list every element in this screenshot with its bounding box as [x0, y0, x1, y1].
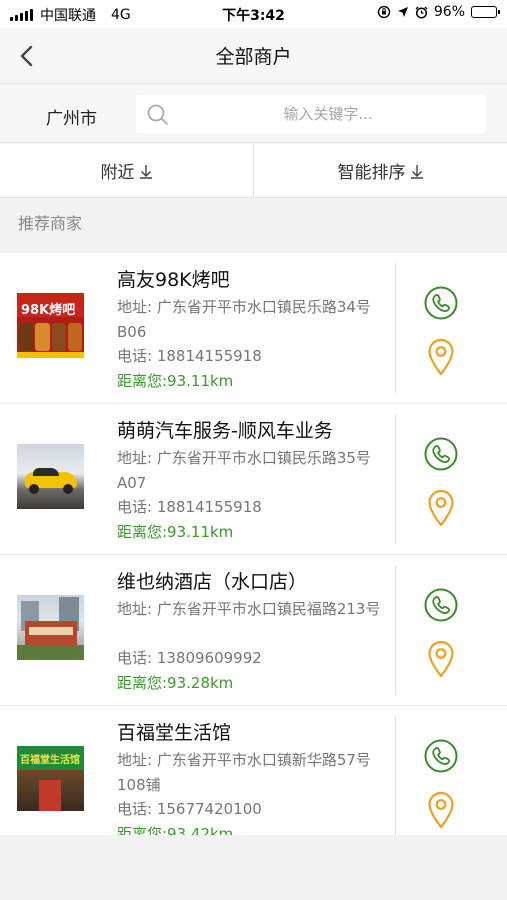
- merchant-name: 维也纳酒店（水口店）: [117, 571, 308, 593]
- phone-call-icon[interactable]: [423, 285, 459, 321]
- sort-down-arrow-icon: [410, 164, 423, 179]
- search-input[interactable]: [180, 95, 476, 133]
- merchant-name: 百福堂生活馆: [117, 722, 232, 744]
- merchant-distance: 距离您:93.28km: [117, 674, 234, 692]
- merchant-thumbnail: [17, 595, 84, 660]
- merchant-phone: 电话: 18814155918: [117, 347, 262, 365]
- merchant-distance: 距离您:93.11km: [117, 523, 234, 541]
- merchant-item[interactable]: 百福堂生活馆 百福堂生活馆 地址: 广东省开平市水口镇新华路57号108铺 电话…: [0, 706, 507, 835]
- sort-smart-label: 智能排序: [337, 163, 406, 183]
- location-pin-icon[interactable]: [426, 790, 456, 830]
- merchant-phone: 电话: 13809609992: [117, 649, 262, 667]
- battery-icon: [471, 6, 500, 18]
- merchant-phone: 电话: 18814155918: [117, 498, 262, 516]
- location-pin-icon[interactable]: [426, 639, 456, 679]
- battery-percent: 96%: [433, 4, 465, 20]
- merchant-address: 地址: 广东省开平市水口镇民福路213号: [117, 600, 381, 618]
- merchant-item[interactable]: 萌萌汽车服务-顺风车业务 地址: 广东省开平市水口镇民乐路35号A07 电话: …: [0, 404, 507, 555]
- merchant-address: 地址: 广东省开平市水口镇新华路57号108铺: [117, 751, 371, 794]
- city-search-bar: 广州市: [0, 85, 507, 143]
- alarm-icon: [415, 6, 428, 19]
- merchant-address: 地址: 广东省开平市水口镇民乐路34号B06: [117, 298, 371, 341]
- merchant-distance: 距离您:93.11km: [117, 372, 234, 390]
- divider: [395, 414, 396, 544]
- location-pin-icon[interactable]: [426, 488, 456, 528]
- merchant-item[interactable]: 98K烤吧 高友98K烤吧 地址: 广东省开平市水口镇民乐路34号B06 电话:…: [0, 253, 507, 404]
- search-box[interactable]: [136, 95, 486, 133]
- merchant-thumbnail: [17, 444, 84, 509]
- divider: [395, 565, 396, 695]
- search-icon: [147, 104, 168, 125]
- merchant-name: 萌萌汽车服务-顺风车业务: [117, 420, 333, 442]
- city-selector[interactable]: 广州市: [46, 104, 97, 129]
- sort-down-arrow-icon: [139, 164, 152, 179]
- divider: [395, 716, 396, 835]
- merchant-thumbnail: 百福堂生活馆: [17, 746, 84, 811]
- merchant-distance: 距离您:93.42km: [117, 825, 234, 835]
- merchant-address: 地址: 广东省开平市水口镇民乐路35号A07: [117, 449, 371, 492]
- sort-nearby-label: 附近: [100, 163, 135, 183]
- merchant-list: 98K烤吧 高友98K烤吧 地址: 广东省开平市水口镇民乐路34号B06 电话:…: [0, 253, 507, 835]
- merchant-phone: 电话: 15677420100: [117, 800, 262, 818]
- rotation-lock-icon: [377, 5, 391, 19]
- merchant-name: 高友98K烤吧: [117, 269, 230, 291]
- phone-call-icon[interactable]: [423, 738, 459, 774]
- sort-smart-button[interactable]: 智能排序: [253, 144, 507, 197]
- phone-call-icon[interactable]: [423, 436, 459, 472]
- page-title: 全部商户: [215, 46, 292, 68]
- status-bar: 中国联通 4G 下午3:42 96%: [0, 0, 507, 28]
- nav-bar: 全部商户: [0, 28, 507, 84]
- merchant-thumbnail: 98K烤吧: [17, 293, 84, 358]
- merchant-item[interactable]: 维也纳酒店（水口店） 地址: 广东省开平市水口镇民福路213号 电话: 1380…: [0, 555, 507, 706]
- sort-bar: 附近 智能排序: [0, 144, 507, 198]
- phone-call-icon[interactable]: [423, 587, 459, 623]
- sort-nearby-button[interactable]: 附近: [0, 144, 253, 197]
- location-arrow-icon: [397, 7, 408, 17]
- section-title: 推荐商家: [18, 214, 83, 233]
- location-pin-icon[interactable]: [426, 337, 456, 377]
- bottom-area: [0, 835, 507, 900]
- divider: [395, 263, 396, 393]
